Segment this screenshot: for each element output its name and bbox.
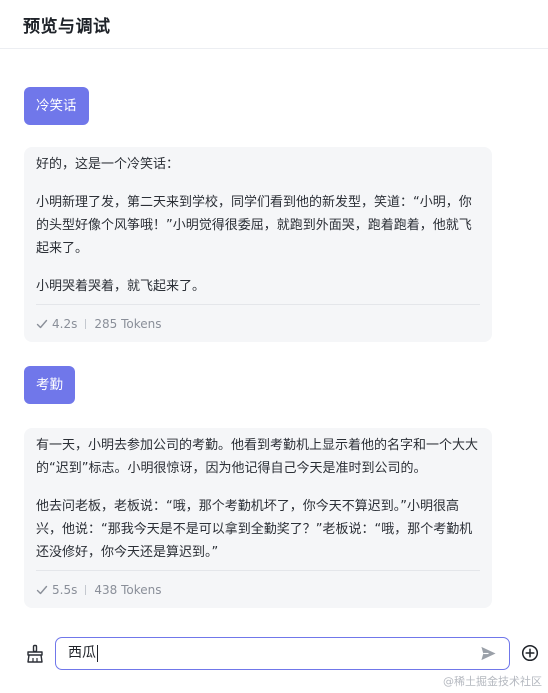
reply-paragraph: 好的，这是一个冷笑话： bbox=[36, 157, 180, 172]
reply-paragraph: 小明新理了发，第二天来到学校，同学们看到他的新发型，笑道：“小明，你的头型好像个… bbox=[36, 195, 472, 256]
response-time: 5.5s bbox=[52, 582, 78, 597]
header: 预览与调试 bbox=[0, 0, 548, 49]
chat-area[interactable]: 冷笑话 好的，这是一个冷笑话： 小明新理了发，第二天来到学校，同学们看到他的新发… bbox=[0, 50, 548, 630]
broom-icon[interactable] bbox=[25, 644, 45, 664]
check-icon bbox=[36, 585, 48, 594]
reply-paragraph: 他去问老板，老板说：“哦，那个考勤机坏了，你今天不算迟到。”小明很高兴，他说：“… bbox=[36, 499, 473, 560]
reply-meta: 4.2s 285 Tokens bbox=[36, 304, 480, 342]
preview-debug-panel: 预览与调试 冷笑话 好的，这是一个冷笑话： 小明新理了发，第二天来到学校，同学们… bbox=[0, 0, 548, 693]
user-message: 考勤 bbox=[24, 366, 75, 404]
token-count: 285 Tokens bbox=[94, 316, 162, 331]
watermark: @稀土掘金技术社区 bbox=[443, 675, 542, 688]
reply-meta: 5.5s 438 Tokens bbox=[36, 570, 480, 608]
meta-divider bbox=[85, 584, 87, 595]
reply-paragraph: 有一天，小明去参加公司的考勤。他看到考勤机上显示着他的名字和一个大大的“迟到”标… bbox=[36, 438, 479, 476]
token-count: 438 Tokens bbox=[94, 582, 162, 597]
message-input-value[interactable]: 西瓜 bbox=[68, 638, 96, 668]
input-bar: 西瓜 @稀土掘金技术社区 bbox=[0, 630, 548, 693]
page-title: 预览与调试 bbox=[23, 16, 111, 37]
user-message: 冷笑话 bbox=[24, 87, 89, 125]
bot-reply-card: 好的，这是一个冷笑话： 小明新理了发，第二天来到学校，同学们看到他的新发型，笑道… bbox=[24, 147, 492, 342]
bot-reply-card: 有一天，小明去参加公司的考勤。他看到考勤机上显示着他的名字和一个大大的“迟到”标… bbox=[24, 428, 492, 608]
reply-paragraph: 小明哭着哭着，就飞起来了。 bbox=[36, 279, 206, 294]
meta-divider bbox=[85, 318, 87, 329]
check-icon bbox=[36, 319, 48, 328]
response-time: 4.2s bbox=[52, 316, 78, 331]
message-input[interactable]: 西瓜 bbox=[55, 637, 510, 670]
send-icon[interactable] bbox=[480, 645, 497, 662]
text-caret bbox=[97, 645, 98, 662]
plus-circle-icon[interactable] bbox=[521, 644, 539, 662]
